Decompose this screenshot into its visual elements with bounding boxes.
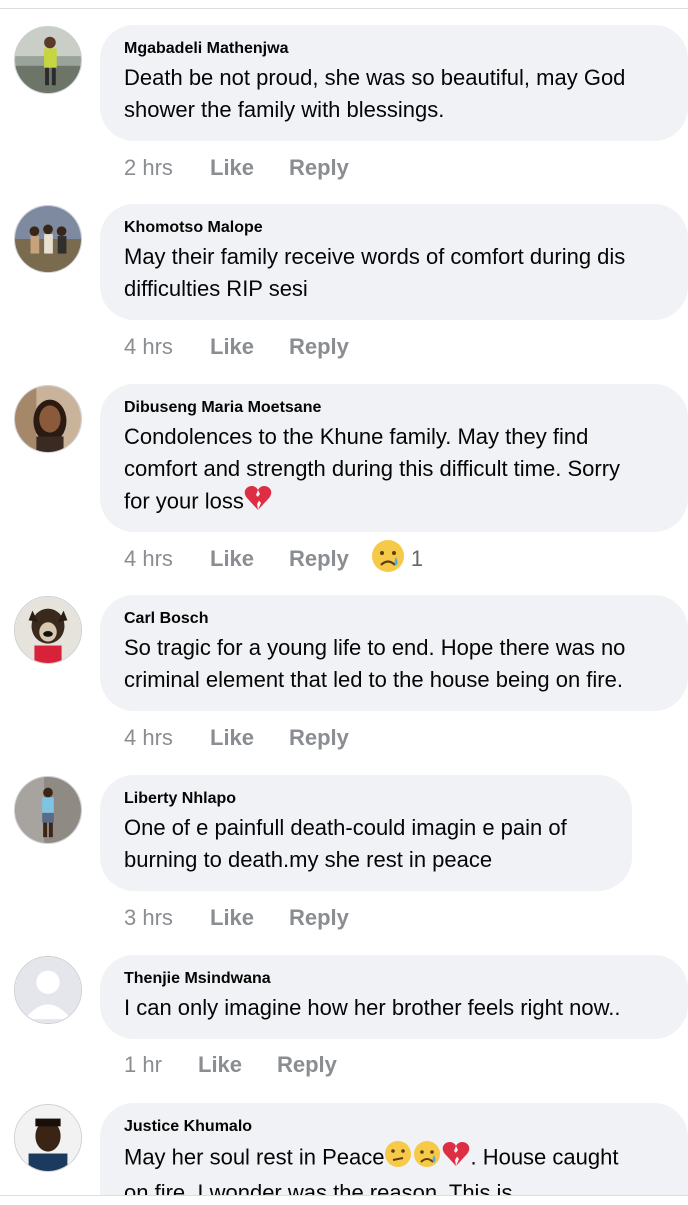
comment-text-line: on fire. I wonder was the reason. This i… [124, 1180, 513, 1195]
comment-text: . House caught [470, 1144, 619, 1170]
bottom-divider [0, 1195, 688, 1196]
comment-text: May her soul rest in Peace [124, 1144, 385, 1170]
comment: Justice Khumalo May her soul rest in Pea… [0, 0, 688, 1195]
broken-heart-icon [442, 1141, 470, 1176]
confused-face-icon [384, 1140, 412, 1177]
avatar[interactable] [14, 1104, 82, 1172]
sad-face-icon [412, 1140, 442, 1177]
comment-bubble: Justice Khumalo May her soul rest in Pea… [100, 1103, 688, 1195]
comment-text-line: May her soul rest in Peace . House caught [124, 1140, 664, 1177]
comment-author[interactable]: Justice Khumalo [124, 1117, 664, 1137]
